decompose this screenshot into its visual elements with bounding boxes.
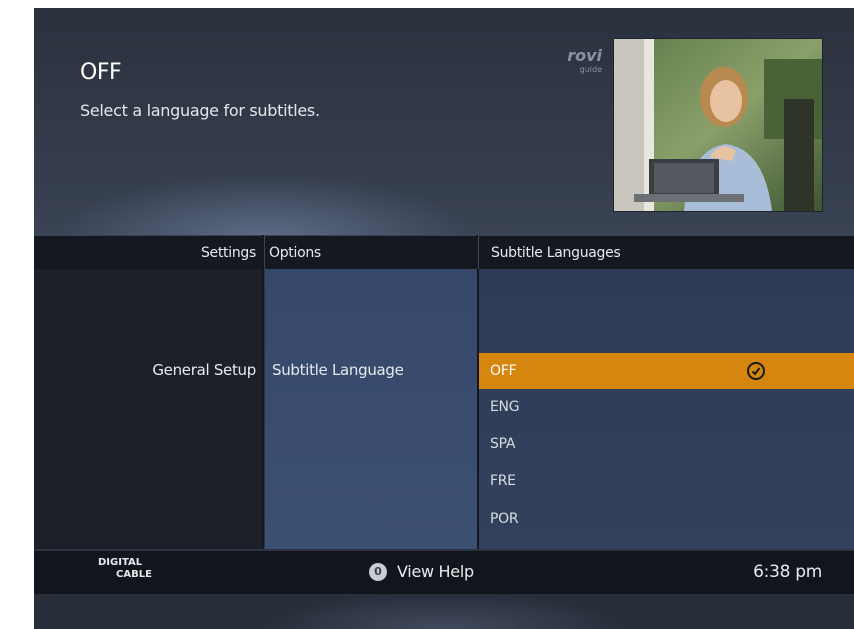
- options-column-header: Options: [264, 235, 476, 269]
- rovi-guide-logo: rovi guide: [567, 46, 602, 75]
- language-option-off[interactable]: OFF: [479, 353, 854, 389]
- video-preview-thumbnail: [613, 38, 823, 212]
- language-option-spa[interactable]: SPA: [479, 426, 854, 462]
- tv-guide-screen: OFF Select a language for subtitles. rov…: [34, 8, 854, 629]
- option-item-subtitle-language[interactable]: Subtitle Language: [272, 361, 404, 379]
- languages-column-header: Subtitle Languages: [478, 235, 854, 269]
- settings-column: General Setup: [34, 269, 262, 549]
- footer-bar: DIGITAL CABLE 0 View Help 6:38 pm: [34, 551, 854, 594]
- settings-item-general-setup[interactable]: General Setup: [152, 361, 256, 379]
- digital-cable-logo: DIGITAL CABLE: [98, 557, 152, 580]
- info-header: OFF Select a language for subtitles. rov…: [34, 8, 854, 235]
- settings-column-header: Settings: [34, 235, 262, 269]
- options-column: Subtitle Language: [265, 269, 477, 549]
- selection-description: Select a language for subtitles.: [80, 101, 320, 120]
- view-help-button[interactable]: View Help: [397, 562, 474, 581]
- clock-time: 6:38 pm: [753, 562, 822, 582]
- column-headers: Settings Options Subtitle Languages: [34, 235, 854, 269]
- language-option-fre[interactable]: FRE: [479, 463, 854, 499]
- language-option-por[interactable]: POR: [479, 501, 854, 537]
- checkmark-icon: [747, 362, 765, 380]
- column-divider: [262, 269, 264, 549]
- bottom-strip: [34, 594, 854, 629]
- selection-title: OFF: [80, 60, 122, 85]
- zero-key-icon: 0: [369, 563, 387, 581]
- subtitle-languages-list: OFF ENG SPA FRE POR: [479, 269, 854, 549]
- language-option-eng[interactable]: ENG: [479, 389, 854, 425]
